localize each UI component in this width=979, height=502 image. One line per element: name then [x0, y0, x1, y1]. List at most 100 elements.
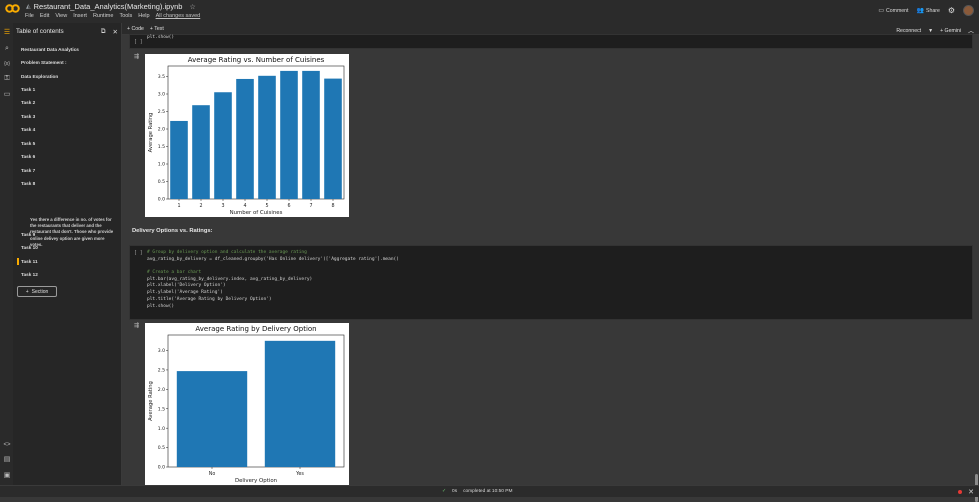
menu-runtime[interactable]: Runtime [93, 13, 113, 19]
y-tick-label: 2.0 [158, 127, 165, 133]
x-tick-label: Yes [295, 471, 304, 477]
comment-button[interactable]: ▭ Comment [878, 7, 909, 15]
toc-list-icon[interactable]: ☰ [3, 29, 11, 37]
files-folder-icon[interactable]: ▭ [3, 91, 11, 99]
notebook-file-name[interactable]: Restaurant_Data_Analytics(Marketing).ipy… [34, 2, 183, 11]
toc-item-task-9[interactable]: Task 9 [21, 232, 35, 237]
bar [176, 371, 248, 467]
x-tick-label: 8 [331, 203, 334, 209]
add-text-cell-button[interactable]: + Text [150, 26, 164, 32]
secrets-key-icon[interactable]: ⚿ [3, 75, 11, 83]
menu-view[interactable]: View [55, 13, 67, 19]
variables-icon[interactable]: {x} [3, 60, 11, 68]
bar [192, 105, 210, 199]
y-tick-label: 2.5 [158, 109, 165, 115]
close-icon[interactable]: ✕ [968, 488, 974, 496]
comment-label: Comment [886, 7, 909, 14]
table-of-contents-panel: Table of contents ⧉ ✕ Restaurant Data An… [13, 23, 122, 485]
y-tick-label: 1.0 [158, 162, 165, 168]
markdown-heading-delivery[interactable]: Delivery Options vs. Ratings: [132, 228, 213, 234]
y-tick-label: 2.0 [158, 387, 165, 393]
chart-title: Average Rating by Delivery Option [195, 325, 316, 333]
status-indicator-dot [958, 490, 963, 494]
toc-item-task-7[interactable]: Task 7 [21, 168, 35, 173]
code-line: plt.xlabel('Delivery Option') [147, 283, 226, 288]
run-cell-bracket[interactable]: [ ] [134, 251, 143, 256]
elapsed-time: 0s [452, 489, 458, 494]
comment-icon: ▭ [878, 8, 884, 14]
runtime-dropdown-chevron-icon[interactable]: ▼ [928, 28, 933, 34]
bar [302, 70, 320, 200]
run-cell-bracket[interactable]: [ ] [134, 40, 143, 45]
y-tick-label: 0.0 [158, 197, 165, 203]
share-button[interactable]: 👥 Share [917, 7, 940, 15]
menu-help[interactable]: Help [138, 13, 149, 19]
command-palette-icon[interactable]: ▤ [3, 456, 11, 464]
toc-title: Table of contents [16, 28, 64, 35]
chart-rating-vs-cuisines: Average Rating vs. Number of Cuisines 0.0… [145, 54, 349, 217]
gemini-button[interactable]: + Gemini [940, 28, 961, 34]
status-bar: ✓ 0s completed at 10:50 PM ✕ [0, 485, 979, 497]
y-tick-label: 0.0 [158, 465, 165, 471]
search-icon[interactable]: ⌕ [3, 45, 11, 53]
x-axis-label: Number of Cuisines [230, 210, 283, 216]
check-icon: ✓ [442, 489, 447, 494]
output-actions-icon[interactable]: ⇶ [134, 323, 142, 329]
notebook-content: plt.show() [ ] ⇶ Average Rating vs. Numb… [122, 34, 979, 502]
toc-item-task-6[interactable]: Task 6 [21, 154, 35, 159]
colab-logo-icon[interactable] [5, 4, 20, 13]
code-cell-previous[interactable]: plt.show() [ ] [129, 34, 973, 49]
bar [258, 75, 276, 199]
toc-item-problem-statement[interactable]: Problem Statement : [21, 60, 67, 65]
x-tick-label: 2 [199, 203, 202, 209]
x-tick-label: 3 [221, 203, 224, 209]
menu-file[interactable]: File [25, 13, 34, 19]
reconnect-button[interactable]: Reconnect [896, 28, 921, 34]
code-cell-delivery[interactable]: [ ] # Group by delivery option and calcu… [129, 245, 973, 320]
toc-item-restaurant-data-analytics[interactable]: Restaurant Data Analytics [21, 47, 79, 52]
toc-item-task-11[interactable]: Task 11 [17, 258, 38, 265]
close-icon[interactable]: ✕ [113, 28, 118, 36]
add-section-button[interactable]: + Section [17, 286, 57, 297]
toc-subitem-delivery-votes[interactable]: Yes there a difference in no. of votes f… [30, 217, 116, 248]
y-tick-label: 2.5 [158, 368, 165, 374]
user-avatar[interactable] [963, 5, 974, 16]
settings-gear-icon[interactable]: ⚙ [948, 6, 955, 15]
code-snippets-icon[interactable]: <> [3, 441, 11, 449]
y-tick-label: 0.5 [158, 445, 165, 451]
chart-rating-by-delivery-svg: Average Rating by Delivery Option 0.0 0.5 1… [148, 325, 345, 484]
menu-tools[interactable]: Tools [119, 13, 132, 19]
bar [264, 340, 336, 467]
toc-item-task-5[interactable]: Task 5 [21, 141, 35, 146]
toc-item-task-4[interactable]: Task 4 [21, 127, 35, 132]
completed-time[interactable]: completed at 10:50 PM [463, 489, 512, 494]
y-axis-label: Average Rating [148, 381, 154, 421]
code-line: plt.show() [147, 35, 175, 40]
x-tick-label: 4 [243, 203, 246, 209]
code-line: plt.ylabel('Average Rating') [147, 290, 223, 295]
menu-edit[interactable]: Edit [40, 13, 49, 19]
x-axis-label: Delivery Option [235, 478, 277, 484]
toc-item-task-10[interactable]: Task 10 [21, 245, 38, 250]
toc-item-task-2[interactable]: Task 2 [21, 100, 35, 105]
toc-item-task-1[interactable]: Task 1 [21, 87, 35, 92]
toc-item-data-exploration[interactable]: Data Exploration [21, 74, 58, 79]
add-code-cell-button[interactable]: + Code [127, 26, 144, 32]
drive-icon: ◭ [26, 4, 31, 10]
output-actions-icon[interactable]: ⇶ [134, 54, 142, 60]
y-tick-label: 0.5 [158, 179, 165, 185]
menu-insert[interactable]: Insert [73, 13, 87, 19]
x-tick-label: 7 [309, 203, 312, 209]
chart-rating-vs-cuisines-svg: Average Rating vs. Number of Cuisines 0.0… [148, 56, 345, 216]
header-actions: ▭ Comment 👥 Share ⚙ [878, 5, 974, 16]
open-in-tab-icon[interactable]: ⧉ [101, 28, 106, 36]
toc-item-task-12[interactable]: Task 12 [21, 272, 38, 277]
toc-item-task-8[interactable]: Task 8 [21, 181, 35, 186]
bar [170, 120, 188, 199]
terminal-icon[interactable]: ▣ [3, 472, 11, 480]
save-status[interactable]: All changes saved [156, 13, 201, 19]
toc-item-task-3[interactable]: Task 3 [21, 114, 35, 119]
share-label: Share [925, 7, 940, 14]
star-icon[interactable]: ☆ [189, 3, 195, 11]
y-tick-label: 1.0 [158, 426, 165, 432]
